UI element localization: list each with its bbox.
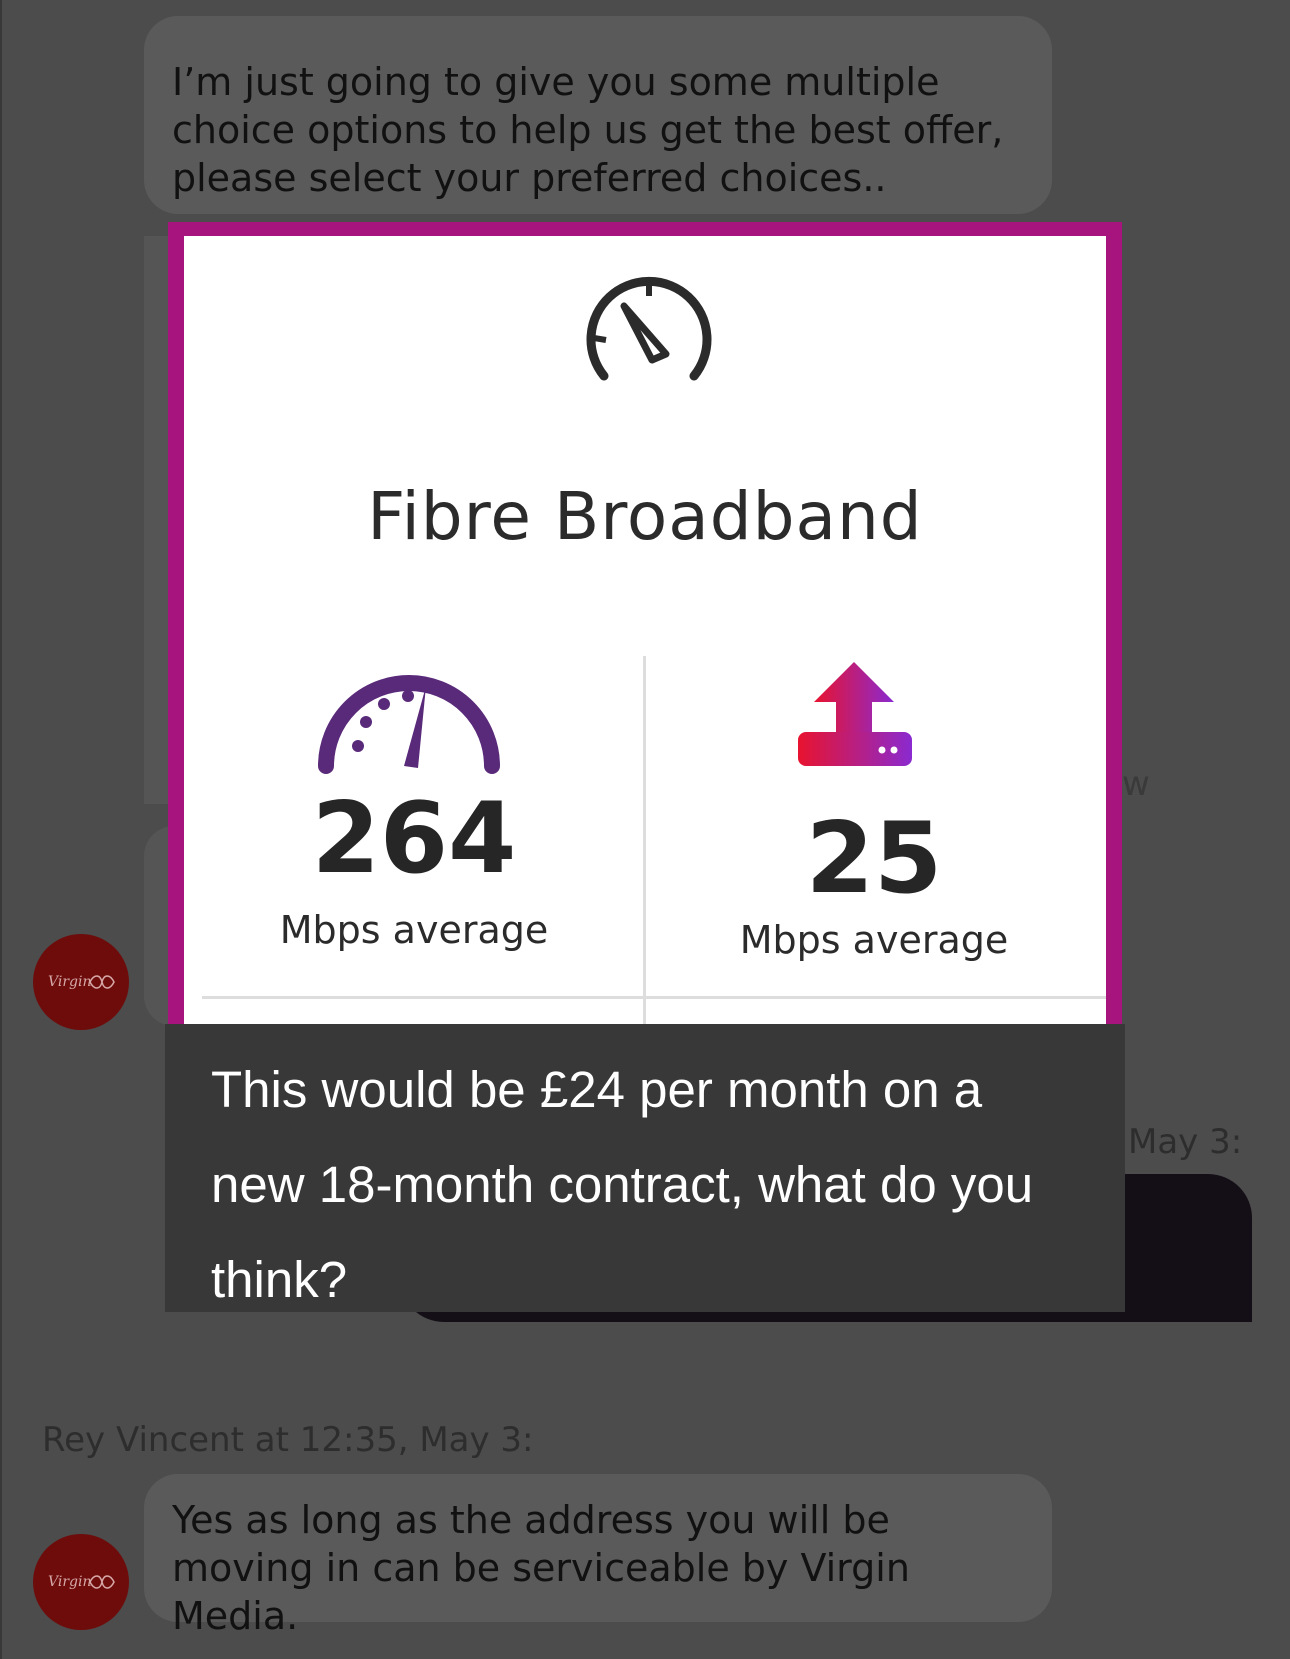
upload-speed-unit: Mbps average [739, 918, 1009, 962]
download-speed-value: 264 [311, 782, 517, 896]
message-timestamp: May 3: [1128, 1122, 1243, 1162]
stats-divider [643, 656, 646, 1028]
virgin-media-logo-icon: Virgin [48, 974, 115, 990]
agent-timestamp: Rey Vincent at 12:35, May 3: [42, 1420, 534, 1460]
agent-avatar: Virgin [33, 1534, 129, 1630]
upload-icon [798, 662, 912, 766]
card-content: Fibre Broadband 264 Mbps average 25 Mbps… [184, 236, 1106, 1028]
agent-message-bubble: Yes as long as the address you will be m… [144, 1474, 1052, 1638]
agent-message-bubble: I’m just going to give you some multiple… [144, 16, 1052, 214]
gauge-icon [318, 675, 500, 774]
partial-char: w [1122, 764, 1150, 804]
card-title: Fibre Broadband [367, 478, 923, 555]
virgin-media-logo-icon: Virgin [48, 1574, 115, 1590]
svg-text:Virgin: Virgin [48, 974, 92, 990]
svg-text:Virgin: Virgin [48, 1574, 92, 1590]
broadband-offer-card[interactable]: Fibre Broadband 264 Mbps average 25 Mbps… [168, 222, 1122, 1028]
agent-message-text: I’m just going to give you some multiple… [172, 60, 1004, 200]
offer-tooltip: This would be £24 per month on a new 18-… [165, 1024, 1125, 1312]
screen-edge [0, 0, 2, 1659]
download-speed-unit: Mbps average [279, 908, 549, 952]
upload-speed-value: 25 [805, 802, 943, 916]
agent-message-text: Yes as long as the address you will be m… [172, 1498, 910, 1638]
tooltip-text: This would be £24 per month on a new 18-… [211, 1061, 1034, 1308]
agent-avatar: Virgin [33, 934, 129, 1030]
speedometer-icon [586, 276, 712, 381]
stats-bottom-divider [202, 996, 1106, 999]
